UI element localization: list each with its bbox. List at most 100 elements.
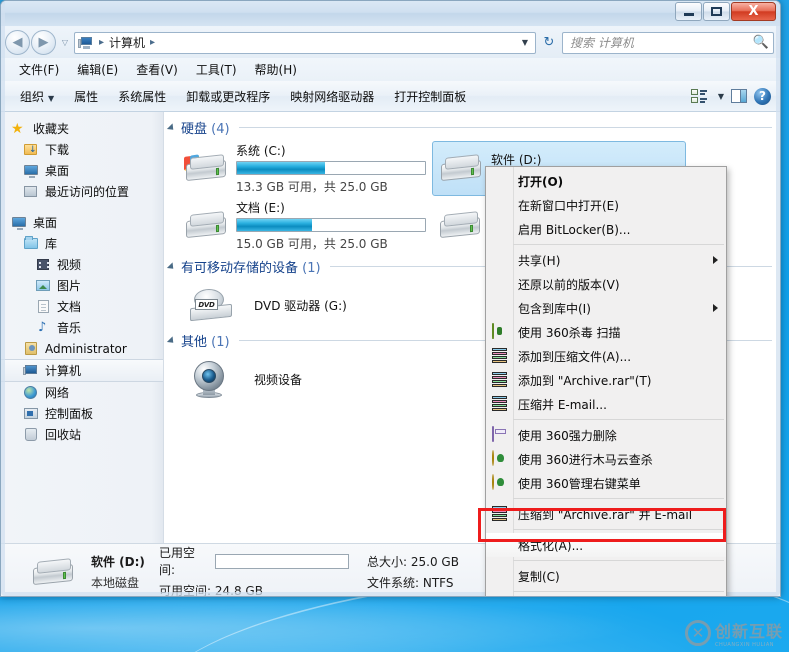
sidebar-item-videos[interactable]: 视频 [1,254,163,275]
forward-arrow-icon: ▶ [38,35,49,50]
minimize-button[interactable] [675,2,702,21]
group-title: 其他 (1) [181,331,230,350]
sidebar-item-administrator[interactable]: Administrator [1,338,163,359]
sidebar-item-control-panel[interactable]: 控制面板 [1,403,163,424]
menu-item-include-in-library[interactable]: 包含到库中(I) [486,296,726,320]
menu-item-open[interactable]: 打开(O) [486,169,726,193]
command-toolbar: 组织 ▼ 属性 系统属性 卸载或更改程序 映射网络驱动器 打开控制面板 ▼ ? [1,81,780,112]
winrar-icon [492,348,508,364]
menu-item-restore-previous-versions[interactable]: 还原以前的版本(V) [486,272,726,296]
title-bar[interactable]: X [1,1,780,27]
details-free-label: 可用空间: [159,584,212,597]
sidebar-item-desktop-fav[interactable]: 桌面 [1,160,163,181]
preview-pane-icon[interactable] [731,89,747,103]
organize-button[interactable]: 组织 ▼ [10,84,64,109]
details-total-label: 总大小: [367,554,408,569]
sidebar-item-music[interactable]: ♪ 音乐 [1,317,163,338]
uninstall-change-program-button[interactable]: 卸载或更改程序 [176,84,280,109]
sidebar-item-downloads[interactable]: 下载 [1,139,163,160]
360-ball-icon [492,474,508,491]
sidebar-label: 控制面板 [45,407,94,421]
sidebar-label: 文档 [57,300,82,314]
computer-icon [23,363,40,379]
open-control-panel-button[interactable]: 打开控制面板 [384,84,476,109]
chevron-down-icon[interactable]: ▼ [718,92,724,101]
sidebar-label: 桌面 [45,164,70,178]
group-count: (1) [211,334,230,350]
menu-separator [513,591,724,592]
menu-item-360-scan[interactable]: 使用 360杀毒 扫描 [486,320,726,344]
search-input[interactable]: 搜索 计算机 🔍 [562,31,774,54]
close-button[interactable]: X [731,2,776,21]
star-icon: ★ [11,120,24,137]
maximize-button[interactable] [703,2,730,21]
sidebar-item-recent-places[interactable]: 最近访问的位置 [1,181,163,202]
map-network-drive-button[interactable]: 映射网络驱动器 [280,84,384,109]
explorer-window: X ◀ ▶ ▽ ▸ 计算机 ▸ ▼ ↻ 搜索 计算机 🔍 文件(F) 编辑(E) [0,0,781,597]
sidebar-item-favorites[interactable]: ★ 收藏夹 [1,118,163,139]
group-header-hard-disks[interactable]: 硬盘 (4) [164,116,780,138]
sidebar-label: Administrator [45,341,127,356]
chevron-down-icon[interactable]: ▼ [517,38,533,47]
menu-item-compress-and-email[interactable]: 压缩并 E-mail... [486,392,726,416]
group-title: 有可移动存储的设备 (1) [181,257,321,276]
menu-item-enable-bitlocker[interactable]: 启用 BitLocker(B)... [486,217,726,241]
sidebar-item-libraries[interactable]: 库 [1,233,163,254]
sidebar-item-pictures[interactable]: 图片 [1,275,163,296]
change-view-icon[interactable] [690,88,707,104]
menu-item-label: 格式化(A)... [518,538,584,553]
menu-item-format[interactable]: 格式化(A)... [486,533,726,557]
sidebar-label: 桌面 [33,216,58,230]
drive-item-c[interactable]: 系统 (C:) 13.3 GB 可用，共 25.0 GB [178,141,432,196]
context-menu[interactable]: 打开(O) 在新窗口中打开(E) 启用 BitLocker(B)... 共享(H… [485,166,727,596]
menu-item-360-force-delete[interactable]: 使用 360强力删除 [486,423,726,447]
sidebar-label: 图片 [57,279,82,293]
breadcrumb-separator-2[interactable]: ▸ [147,37,158,48]
recycle-bin-icon [23,427,40,443]
back-button[interactable]: ◀ [5,30,30,55]
recent-pages-button[interactable]: ▽ [59,38,71,47]
details-space-column: 已用空间: 可用空间: 24.8 GB [159,544,349,597]
sidebar-item-network[interactable]: 网络 [1,382,163,403]
refresh-button[interactable]: ↻ [539,33,559,53]
capacity-meter [236,218,426,232]
wallpaper-glow-2 [0,600,789,652]
menu-item-label: 使用 360强力删除 [518,428,617,443]
collapse-triangle-icon[interactable] [166,262,177,272]
menu-item-add-to-archive[interactable]: 添加到压缩文件(A)... [486,344,726,368]
menu-help[interactable]: 帮助(H) [246,59,306,80]
system-properties-button[interactable]: 系统属性 [108,84,176,109]
address-input[interactable]: ▸ 计算机 ▸ ▼ [74,31,536,54]
menu-item-copy[interactable]: 复制(C) [486,564,726,588]
menu-tools[interactable]: 工具(T) [187,59,246,80]
sidebar-item-recycle-bin[interactable]: 回收站 [1,424,163,445]
menu-item-compress-to-archive-and-email[interactable]: 压缩到 "Archive.rar" 并 E-mail [486,502,726,526]
collapse-triangle-icon[interactable] [166,123,177,133]
properties-button[interactable]: 属性 [64,84,108,109]
menu-view[interactable]: 查看(V) [127,59,187,80]
sidebar-item-computer[interactable]: 计算机 [1,359,163,382]
collapse-triangle-icon[interactable] [166,336,177,346]
help-icon[interactable]: ? [754,87,771,105]
watermark: ✕ 创新互联 CHUANGXIN HULIAN [684,618,783,648]
menu-item-open-new-window[interactable]: 在新窗口中打开(E) [486,193,726,217]
submenu-arrow-icon [713,256,718,264]
menu-edit[interactable]: 编辑(E) [68,59,127,80]
menu-file[interactable]: 文件(F) [10,59,68,80]
breadcrumb-separator[interactable]: ▸ [96,37,107,48]
group-title-text: 硬盘 [181,121,208,137]
breadcrumb-computer[interactable]: 计算机 [107,34,147,51]
drive-info: 系统 (C:) 13.3 GB 可用，共 25.0 GB [236,142,428,195]
menu-item-360-manage-context-menu[interactable]: 使用 360管理右键菜单 [486,471,726,495]
forward-button[interactable]: ▶ [31,30,56,55]
sidebar-item-desktop-root[interactable]: 桌面 [1,212,163,233]
sidebar-item-documents[interactable]: 文档 [1,296,163,317]
menu-item-add-to-archive-rar[interactable]: 添加到 "Archive.rar"(T) [486,368,726,392]
details-drive-type: 本地磁盘 [91,575,140,590]
drive-item-e[interactable]: 文档 (E:) 15.0 GB 可用，共 25.0 GB [178,198,432,253]
drive-info: 文档 (E:) 15.0 GB 可用，共 25.0 GB [236,199,428,252]
menu-item-360-trojan-scan[interactable]: 使用 360进行木马云查杀 [486,447,726,471]
menu-item-share[interactable]: 共享(H) [486,248,726,272]
menu-separator [513,419,724,420]
menu-item-label: 复制(C) [518,569,560,584]
